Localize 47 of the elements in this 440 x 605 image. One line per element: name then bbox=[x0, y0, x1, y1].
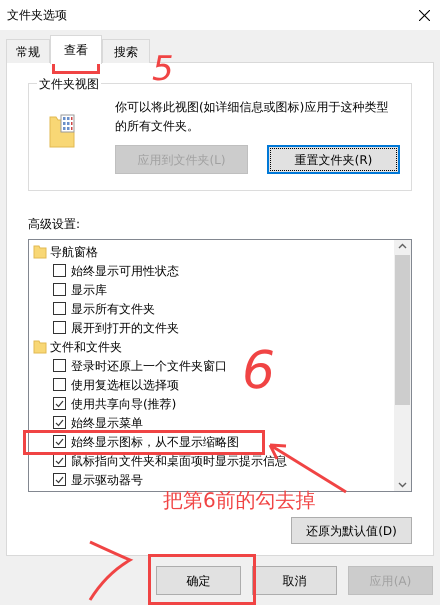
checkbox[interactable] bbox=[53, 416, 66, 429]
checkbox[interactable] bbox=[53, 302, 66, 315]
dialog-button[interactable]: 取消 bbox=[252, 566, 337, 595]
checkbox-label: 始终显示图标，从不显示缩略图 bbox=[71, 434, 239, 448]
tree-group-label[interactable]: 导航窗格 bbox=[50, 242, 98, 260]
window-title: 文件夹选项 bbox=[7, 7, 67, 24]
advanced-settings-label: 高级设置: bbox=[28, 216, 82, 233]
tab[interactable]: 查看 bbox=[50, 35, 102, 64]
checkbox-label: 使用复选框以选择项 bbox=[71, 378, 179, 392]
checkbox-label: 鼠标指向文件夹和桌面项时显示提示信息 bbox=[71, 454, 287, 468]
scroll-thumb[interactable] bbox=[395, 255, 410, 405]
scrollbar[interactable] bbox=[394, 240, 411, 491]
handwritten-digit: 5 bbox=[152, 52, 174, 86]
checkbox-label: 显示所有文件夹 bbox=[71, 302, 155, 316]
checkbox-label: 始终显示菜单 bbox=[71, 416, 143, 430]
checkbox[interactable] bbox=[53, 321, 66, 334]
folder-view-button[interactable]: 重置文件夹(R) bbox=[267, 145, 400, 174]
checkbox-label: 展开到打开的文件夹 bbox=[71, 320, 179, 334]
tab[interactable]: 常规 bbox=[6, 39, 50, 63]
tab[interactable]: 搜索 bbox=[102, 39, 150, 63]
annotation-text: 把第6前的勾去掉 bbox=[163, 490, 316, 510]
checkbox[interactable] bbox=[53, 473, 66, 486]
checkbox[interactable] bbox=[53, 359, 66, 372]
close-icon[interactable] bbox=[419, 10, 430, 20]
folder-icon bbox=[33, 244, 47, 259]
checkbox[interactable] bbox=[53, 264, 66, 277]
handwritten-digit: 6 bbox=[242, 345, 276, 397]
scroll-up-icon[interactable] bbox=[398, 243, 407, 249]
checkbox-label: 显示库 bbox=[71, 282, 107, 296]
scribble-mark bbox=[86, 540, 134, 602]
checkbox-label: 始终显示可用性状态 bbox=[71, 264, 179, 278]
checkbox[interactable] bbox=[53, 283, 66, 296]
restore-defaults-button[interactable]: 还原为默认值(D) bbox=[291, 517, 412, 544]
folder-icon bbox=[49, 114, 75, 148]
checkbox-label: 显示驱动器号 bbox=[71, 472, 143, 486]
group-title: 文件夹视图 bbox=[37, 75, 101, 93]
scroll-down-icon[interactable] bbox=[398, 482, 407, 488]
tree-group-label[interactable]: 文件和文件夹 bbox=[50, 338, 122, 356]
checkbox-label: 使用共享向导(推荐) bbox=[71, 396, 176, 410]
checkbox[interactable] bbox=[53, 378, 66, 391]
folder-icon bbox=[33, 339, 47, 354]
description-text: 你可以将此视图(如详细信息或图标)应用于这种类型的所有文件夹。 bbox=[115, 99, 390, 135]
checkbox[interactable] bbox=[53, 397, 66, 410]
checkbox[interactable] bbox=[53, 454, 66, 467]
checkbox[interactable] bbox=[53, 435, 66, 448]
dialog-button[interactable]: 确定 bbox=[156, 566, 241, 595]
checkbox-label: 登录时还原上一个文件夹窗口 bbox=[71, 358, 227, 372]
